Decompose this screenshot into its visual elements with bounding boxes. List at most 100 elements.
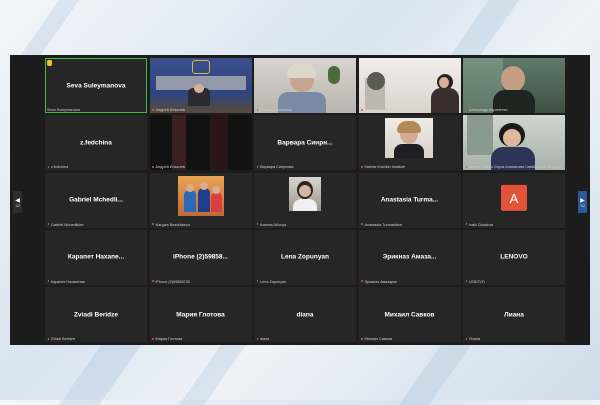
participant-name: Лиана (504, 311, 524, 318)
video-feed (254, 58, 356, 113)
page-indicator: 1/2 (580, 203, 585, 208)
participant-label: Anastasia Turmanidze (361, 223, 402, 227)
background-stripe (178, 345, 247, 405)
participant-name: iPhone (2)59858... (173, 253, 228, 261)
participant-label: Эрикназ Амазарян (361, 280, 397, 284)
avatar: A (501, 184, 527, 211)
video-feed (463, 115, 565, 171)
participant-tile[interactable]: Anastasia Turma... Anastasia Turmanidze (358, 172, 461, 228)
mic-muted-icon (361, 165, 364, 169)
participant-label: Мария Глотова (152, 337, 182, 341)
participant-name: z.fedchina (80, 139, 112, 147)
mic-muted-icon (465, 165, 468, 169)
chevron-right-icon: ▶ (580, 197, 585, 204)
participant-tile[interactable]: Ольга Красовская (254, 58, 356, 113)
participant-tile[interactable]: Лиана Лиана (463, 287, 565, 342)
participant-tile[interactable]: Ксения Абосуа (254, 172, 356, 228)
participant-name: Seva Suleymanova (66, 82, 126, 89)
participant-tile[interactable]: z.fedchina z.fedchina (45, 115, 147, 171)
participant-tile[interactable]: Nargiza Nazdulaeva (149, 172, 252, 228)
mic-muted-icon (47, 223, 50, 226)
participant-tile[interactable]: Карапет Нахапе... Карапет Нахапетян (45, 229, 147, 285)
mic-muted-icon (152, 165, 155, 169)
mic-muted-icon (361, 223, 364, 226)
participant-label: z.fedchina (47, 165, 68, 169)
participant-label: Nargiza Nazdulaeva (152, 223, 190, 227)
background-stripe (450, 0, 520, 55)
video-feed (289, 176, 321, 211)
participant-name: Михаил Савков (384, 311, 435, 318)
participant-label: Варвара Синрнова (256, 165, 294, 169)
mic-muted-icon (47, 337, 50, 341)
participant-name: Zviadi Beridze (73, 311, 119, 318)
participant-label: Irakli Dzadzua (465, 223, 493, 227)
participant-tile[interactable]: Эрикназ Амаза... Эрикназ Амазарян (358, 229, 461, 285)
participant-tile[interactable]: Михаил Савков Михаил Савков (358, 287, 461, 342)
participant-tile[interactable]: iPhone (2)59858... iPhone (2)59858705 (149, 229, 252, 285)
participant-tile[interactable]: Ксения Озерова (358, 58, 461, 113)
video-feed (149, 115, 252, 171)
participant-label: diana (256, 337, 269, 341)
participant-label: Андрей Ильичев (152, 108, 185, 112)
participant-label: Lena Zopunyan (256, 280, 286, 284)
mic-muted-icon (152, 337, 155, 341)
participant-tile[interactable]: Андрей Ильичев (149, 58, 252, 113)
participant-name: Мария Глотова (176, 311, 225, 318)
participant-tile[interactable]: Seva Suleymanova Seva Suleymanova (45, 58, 147, 113)
video-conference-window: ◀ 1/2 ▶ 1/2 Seva Suleymanova Seva Suleym… (10, 55, 590, 345)
mic-muted-icon (465, 280, 468, 283)
background-stripe (398, 345, 472, 405)
mic-muted-icon (152, 280, 155, 283)
participant-label: Ксения Абосуа (256, 223, 286, 227)
mic-muted-icon (465, 223, 468, 226)
participant-tile[interactable]: Андрей Ильичев (149, 115, 252, 171)
participant-label: Карапет Нахапетян (47, 280, 85, 284)
participant-label: LENOVO (465, 280, 485, 284)
participant-tile[interactable]: LENOVO LENOVO (463, 229, 565, 285)
background-stripe (58, 345, 142, 405)
mic-muted-icon (152, 108, 155, 112)
next-page-button[interactable]: ▶ 1/2 (578, 191, 587, 213)
participant-name: Gabriel Mchedli... (69, 196, 123, 204)
mic-muted-icon (361, 337, 364, 341)
participant-label: iPhone (2)59858705 (152, 280, 190, 284)
participant-tile[interactable]: Lena Zopunyan Lena Zopunyan (254, 229, 356, 285)
mic-muted-icon (256, 165, 259, 169)
participant-label: Seva Suleymanova (47, 108, 80, 112)
participant-label: Лиана (465, 337, 480, 341)
mic-muted-icon (152, 223, 155, 226)
participant-grid: Seva Suleymanova Seva Suleymanova Андрей… (45, 58, 569, 342)
participant-label: Андрей Ильичев (152, 165, 185, 169)
video-feed (463, 58, 565, 113)
mic-muted-icon (256, 108, 259, 112)
video-feed (384, 118, 433, 159)
participant-tile[interactable]: Gabriel Mchedli... Gabriel Mchedlidze (45, 172, 147, 228)
participant-tile[interactable]: Варвара Синрн... Варвара Синрнова (254, 115, 356, 171)
participant-label: Ксения Озерова (361, 108, 393, 112)
participant-name: Варвара Синрн... (277, 139, 333, 147)
participant-tile[interactable]: Zviadi Beridze Zviadi Beridze (45, 287, 147, 342)
participant-label: Ольга Красовская (256, 108, 292, 112)
video-feed (358, 58, 461, 113)
mic-muted-icon (256, 280, 259, 283)
participant-tile[interactable]: Мария Глотова Мария Глотова (149, 287, 252, 342)
mic-muted-icon (361, 280, 364, 283)
participant-tile[interactable]: Александр Карапетян (463, 58, 565, 113)
page-indicator: 1/2 (15, 203, 20, 208)
participant-tile[interactable]: Артём Гресто Сэрга Ананасова Чимбаровкс … (463, 115, 565, 171)
participant-name: Карапет Нахапе... (67, 253, 125, 261)
participant-name: diana (296, 311, 314, 318)
participant-label: Valeria Kushkin Institute (361, 165, 405, 169)
participant-name: LENOVO (500, 253, 528, 261)
participant-label: Артём Гресто Сэрга Ананасова Чимбаровкс … (465, 165, 561, 169)
mic-muted-icon (256, 223, 259, 226)
video-feed (149, 58, 252, 113)
mic-muted-icon (465, 108, 468, 112)
mic-muted-icon (47, 165, 50, 169)
prev-page-button[interactable]: ◀ 1/2 (13, 191, 22, 213)
mic-muted-icon (47, 280, 50, 283)
participant-tile[interactable]: diana diana (254, 287, 356, 342)
participant-tile[interactable]: A Irakli Dzadzua (463, 172, 565, 228)
participant-name: Anastasia Turma... (380, 196, 439, 204)
participant-tile[interactable]: Valeria Kushkin Institute (358, 115, 461, 171)
